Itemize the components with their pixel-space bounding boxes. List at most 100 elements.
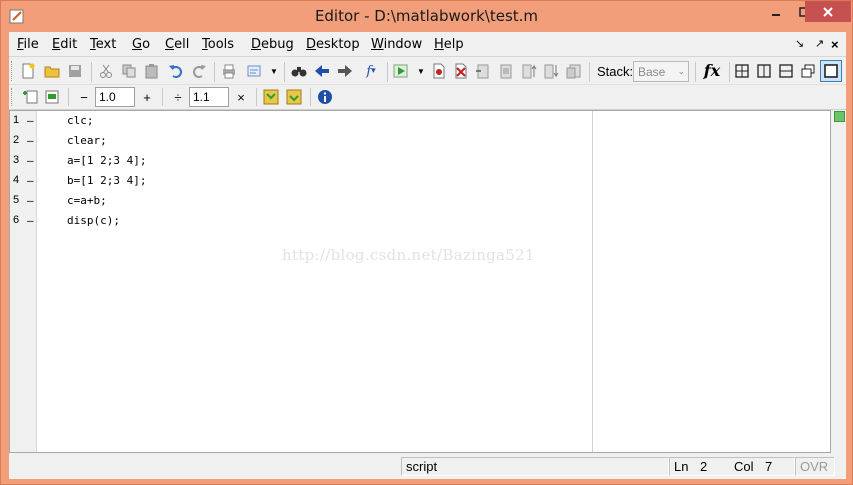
code-line[interactable]: 1 – clc; [10, 111, 590, 131]
close-button[interactable] [805, 1, 851, 22]
open-folder-icon[interactable] [43, 62, 61, 80]
increment-button[interactable]: + [138, 88, 156, 106]
toolbar-grip[interactable] [11, 88, 14, 106]
info-icon[interactable] [316, 88, 334, 106]
step-out-icon[interactable] [520, 62, 538, 80]
right-text-margin [592, 111, 593, 452]
paste-icon[interactable] [143, 62, 161, 80]
find-binoculars-icon[interactable] [290, 62, 308, 80]
menu-help[interactable]: Help [434, 37, 464, 52]
toolbar-grip[interactable] [11, 61, 14, 81]
back-arrow-icon[interactable] [313, 62, 331, 80]
save-icon[interactable] [66, 62, 84, 80]
dock-arrow-icon[interactable]: ↗ [815, 37, 824, 50]
menu-cell[interactable]: Cell [165, 37, 189, 52]
menu-go[interactable]: Go [132, 37, 150, 52]
insert-cell-divider-icon[interactable] [21, 88, 39, 106]
window-title: Editor - D:\matlabwork\test.m [314, 7, 539, 25]
decrement-button[interactable]: − [75, 88, 93, 106]
code-editor[interactable]: 1 – clc; 2 – clear; 3 – a=[1 2;3 4]; 4 –… [9, 110, 831, 453]
set-breakpoint-icon[interactable] [430, 62, 448, 80]
stack-label: Stack: [597, 64, 634, 79]
code-line[interactable]: 3 – a=[1 2;3 4]; [10, 151, 590, 171]
evaluate-cell-icon[interactable] [262, 88, 280, 106]
code-text[interactable]: clc; [67, 114, 94, 127]
menu-file[interactable]: File [17, 37, 39, 52]
line-value: 2 [700, 459, 708, 474]
menu-text[interactable]: Text [90, 37, 116, 52]
function-browser-icon[interactable]: f ▾ [359, 62, 383, 80]
toolbar-separator [91, 62, 92, 82]
new-file-icon[interactable] [19, 62, 37, 80]
code-text[interactable]: disp(c); [67, 214, 120, 227]
redo-icon[interactable] [190, 62, 208, 80]
breakpoint-marker[interactable]: – [27, 154, 34, 167]
print-icon[interactable] [220, 62, 238, 80]
toolbar-separator [256, 88, 257, 106]
main-toolbar: ▼ f ▾ ▼ Stack: Base ⌄ fx [9, 58, 846, 85]
code-analyzer-status-icon[interactable] [834, 111, 845, 122]
toolbar-separator [162, 88, 163, 106]
stack-select[interactable]: Base ⌄ [633, 61, 689, 82]
minimize-button[interactable] [762, 1, 790, 23]
toolbar-separator [695, 62, 696, 82]
close-document-icon[interactable]: × [831, 37, 839, 52]
menu-debug[interactable]: Debug [251, 37, 294, 52]
divide-button[interactable]: ÷ [169, 88, 187, 106]
publish-dropdown-icon[interactable]: ▼ [265, 62, 283, 80]
code-text[interactable]: b=[1 2;3 4]; [67, 174, 146, 187]
menu-edit[interactable]: Edit [52, 37, 77, 52]
breakpoint-marker[interactable]: – [27, 134, 34, 147]
maximize-document-icon[interactable] [820, 60, 842, 82]
clear-breakpoints-icon[interactable] [452, 62, 470, 80]
overwrite-mode-status: OVR [795, 457, 835, 476]
evaluate-advance-icon[interactable] [285, 88, 303, 106]
divide-value-input[interactable] [189, 87, 229, 107]
multiply-button[interactable]: × [232, 88, 250, 106]
file-type-status: script [401, 457, 669, 476]
step-icon[interactable] [474, 62, 492, 80]
fx-icon[interactable]: fx [701, 61, 723, 80]
code-line[interactable]: 2 – clear; [10, 131, 590, 151]
tile-grid-icon[interactable] [733, 62, 751, 80]
menu-desktop[interactable]: Desktop [306, 37, 360, 52]
code-line[interactable]: 5 – c=a+b; [10, 191, 590, 211]
run-icon[interactable] [392, 62, 410, 80]
insert-cell-text-icon[interactable] [43, 88, 61, 106]
forward-arrow-icon[interactable] [336, 62, 354, 80]
continue-icon[interactable] [542, 62, 560, 80]
undo-icon[interactable] [167, 62, 185, 80]
code-text[interactable]: c=a+b; [67, 194, 107, 207]
column-label: Col [734, 459, 754, 474]
breakpoint-marker[interactable]: – [27, 194, 34, 207]
run-dropdown-icon[interactable]: ▼ [412, 62, 430, 80]
exit-debug-icon[interactable] [565, 62, 583, 80]
title-bar[interactable]: Editor - D:\matlabwork\test.m [1, 1, 852, 32]
toolbar-separator [387, 62, 388, 82]
copy-icon[interactable] [120, 62, 138, 80]
watermark-text: http://blog.csdn.net/Bazinga521 [282, 246, 535, 264]
split-vertical-icon[interactable] [755, 62, 773, 80]
breakpoint-marker[interactable]: – [27, 174, 34, 187]
decrement-value-input[interactable] [95, 87, 135, 107]
breakpoint-marker[interactable]: – [27, 214, 34, 227]
split-horizontal-icon[interactable] [777, 62, 795, 80]
line-label: Ln [674, 459, 689, 474]
publish-icon[interactable] [245, 62, 263, 80]
status-bar: script Ln 2 Col 7 OVR [9, 455, 846, 477]
code-line[interactable]: 6 – disp(c); [10, 211, 590, 231]
stack-select-value: Base [638, 65, 666, 79]
cut-icon[interactable] [97, 62, 115, 80]
code-text[interactable]: a=[1 2;3 4]; [67, 154, 146, 167]
float-windows-icon[interactable] [799, 62, 817, 80]
line-number: 3 [13, 154, 20, 166]
breakpoint-marker[interactable]: – [27, 114, 34, 127]
toolbar-separator [284, 62, 285, 82]
toolbar-separator [68, 88, 69, 106]
code-line[interactable]: 4 – b=[1 2;3 4]; [10, 171, 590, 191]
undock-arrow-icon[interactable]: ↘ [795, 37, 804, 50]
step-in-icon[interactable] [497, 62, 515, 80]
code-text[interactable]: clear; [67, 134, 107, 147]
menu-window[interactable]: Window [371, 37, 422, 52]
menu-tools[interactable]: Tools [202, 37, 234, 52]
